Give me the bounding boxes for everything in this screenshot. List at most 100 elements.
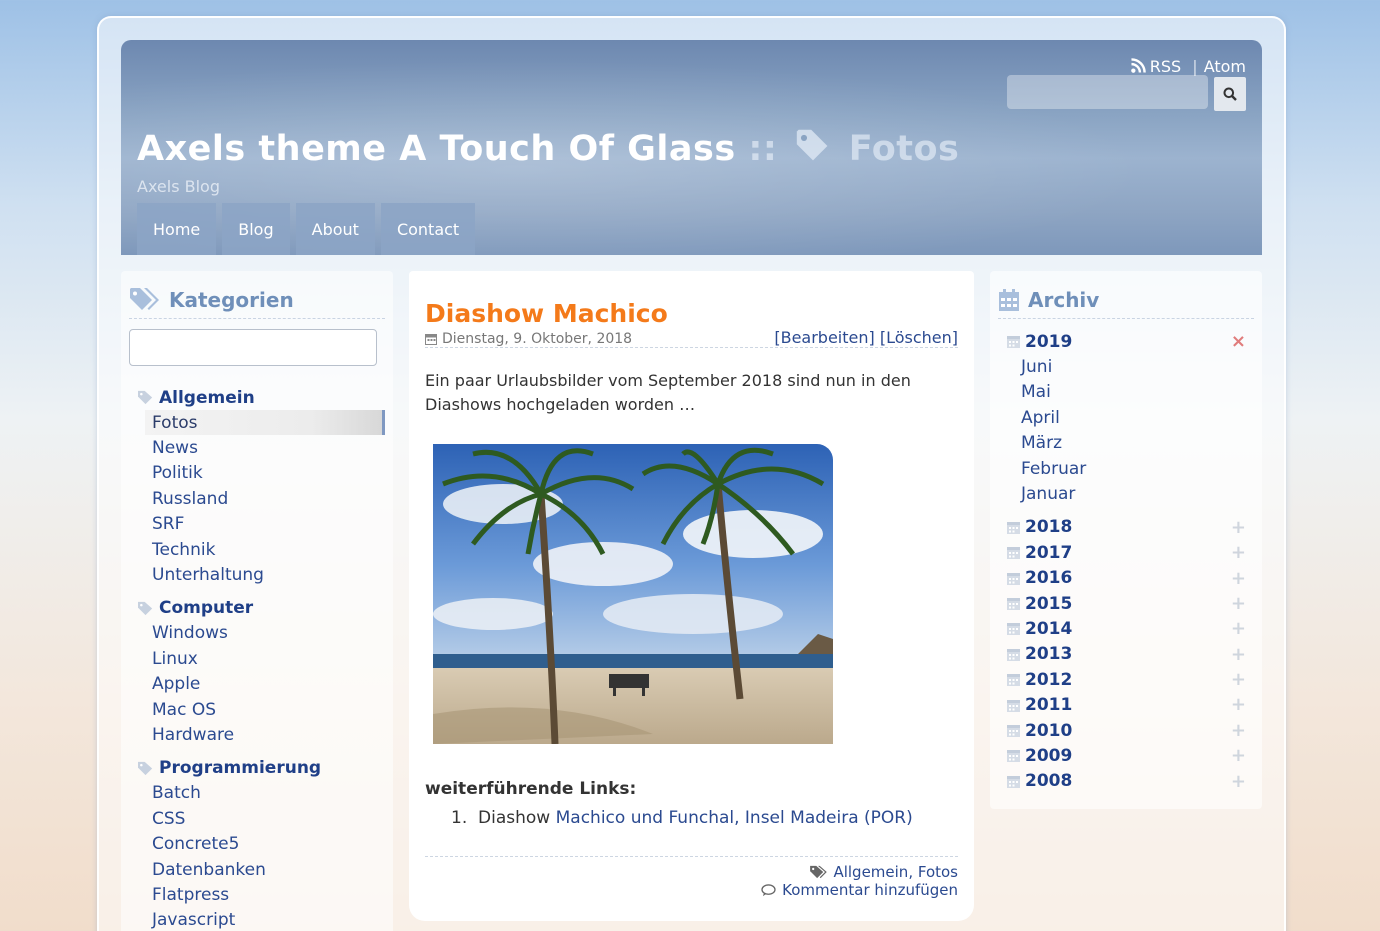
archive-year-label: 2011 [1025,695,1073,716]
calendar-icon [425,333,437,345]
tags-icon [130,287,159,310]
title-separator: :: [748,129,778,169]
category-item-css[interactable]: CSS [121,806,393,831]
categories-title-text: Kategorien [169,287,294,312]
expand-icon[interactable]: + [1231,671,1246,689]
archive-year-2008[interactable]: 2008 + [990,769,1262,794]
post-tags: Allgemein, Fotos [809,863,958,881]
calendar-icon [1007,750,1020,763]
archive-year-2015[interactable]: 2015 + [990,591,1262,616]
calendar-icon [1007,674,1020,687]
tag-icon [796,129,828,161]
archive-year-2010[interactable]: 2010 + [990,718,1262,743]
archive-year-2009[interactable]: 2009 + [990,743,1262,768]
related-link[interactable]: Machico und Funchal, Insel Madeira (POR) [556,808,913,828]
nav-home[interactable]: Home [137,203,217,255]
category-group-label: Allgemein [159,387,255,408]
site-header: RSS | Atom Axels theme A Touch Of Glass :… [121,40,1262,255]
expand-icon[interactable]: + [1231,620,1246,638]
post-actions: [Bearbeiten] [Löschen] [774,328,958,347]
link-number: 1. [451,808,468,828]
post-panel: Diashow Machico Dienstag, 9. Oktober, 20… [409,271,974,921]
post-text: Ein paar Urlaubsbilder vom September 201… [425,371,911,414]
expand-icon[interactable]: + [1231,721,1246,740]
archive-month-april[interactable]: April [990,405,1262,430]
archive-year-label: 2017 [1025,542,1073,563]
atom-link[interactable]: Atom [1204,57,1246,76]
expand-icon[interactable]: + [1231,645,1246,664]
category-item-macos[interactable]: Mac OS [121,697,393,722]
category-item-concrete5[interactable]: Concrete5 [121,831,393,856]
calendar-icon [1007,547,1020,560]
category-item-flatpress[interactable]: Flatpress [121,882,393,907]
category-item-unterhaltung[interactable]: Unterhaltung [121,562,393,587]
expand-icon[interactable]: + [1231,696,1246,714]
category-item-datenbanken[interactable]: Datenbanken [121,857,393,882]
nav-blog[interactable]: Blog [222,203,290,255]
calendar-icon [1007,725,1020,738]
archive-year-2014[interactable]: 2014 + [990,616,1262,641]
category-group-allgemein[interactable]: Allgemein [121,385,393,410]
category-group-label: Programmierung [159,758,322,779]
archive-year-label: 2014 [1025,618,1073,639]
archive-month-februar[interactable]: Februar [990,456,1262,481]
archive-month-maerz[interactable]: März [990,431,1262,456]
post-title[interactable]: Diashow Machico [425,299,668,328]
archive-list: 2019 × Juni Mai April März Februar Janua… [990,329,1262,794]
archive-year-2013[interactable]: 2013 + [990,642,1262,667]
expand-icon[interactable]: + [1231,772,1246,791]
expand-icon[interactable]: + [1231,518,1246,537]
category-item-technik[interactable]: Technik [121,537,393,562]
site-title-text[interactable]: Axels theme A Touch Of Glass [137,129,736,169]
search-button[interactable] [1214,77,1246,111]
archive-year-label: 2015 [1025,593,1073,614]
archive-month-juni[interactable]: Juni [990,354,1262,379]
category-item-russland[interactable]: Russland [121,486,393,511]
edit-link[interactable]: [Bearbeiten] [774,328,874,347]
archive-year-2011[interactable]: 2011 + [990,692,1262,717]
post-date: Dienstag, 9. Oktober, 2018 [442,330,633,347]
delete-link[interactable]: [Löschen] [880,328,958,347]
category-item-news[interactable]: News [121,435,393,460]
category-group-programmierung[interactable]: Programmierung [121,756,393,781]
expand-icon[interactable]: + [1231,569,1246,588]
category-item-batch[interactable]: Batch [121,781,393,806]
expand-icon[interactable]: + [1231,544,1246,562]
calendar-icon [999,288,1019,311]
archive-year-2019[interactable]: 2019 × [990,329,1262,354]
category-item-javascript[interactable]: Javascript [121,908,393,931]
archive-year-2012[interactable]: 2012 + [990,667,1262,692]
nav-contact[interactable]: Contact [380,203,476,255]
current-category: Fotos [848,129,960,169]
archive-year-2016[interactable]: 2016 + [990,566,1262,591]
category-item-fotos[interactable]: Fotos [145,410,385,436]
post-tags-link[interactable]: Allgemein, Fotos [833,863,958,881]
archive-year-label: 2016 [1025,568,1073,589]
collapse-icon[interactable]: × [1231,333,1246,351]
archive-month-januar[interactable]: Januar [990,481,1262,506]
category-item-windows[interactable]: Windows [121,621,393,646]
rss-link[interactable]: RSS [1130,57,1187,76]
archive-month-mai[interactable]: Mai [990,380,1262,405]
site-subtitle: Axels Blog [137,177,220,196]
site-search-input[interactable] [1007,75,1208,109]
expand-icon[interactable]: + [1231,747,1246,765]
category-item-srf[interactable]: SRF [121,512,393,537]
category-group-computer[interactable]: Computer [121,596,393,621]
expand-icon[interactable]: + [1231,594,1246,613]
category-list: Allgemein Fotos News Politik Russland SR… [121,385,393,931]
rss-label: RSS [1149,57,1182,76]
calendar-icon [1007,699,1020,712]
category-item-hardware[interactable]: Hardware [121,722,393,747]
main-nav: Home Blog About Contact [137,203,476,255]
category-item-apple[interactable]: Apple [121,672,393,697]
category-item-linux[interactable]: Linux [121,646,393,671]
category-item-politik[interactable]: Politik [121,461,393,486]
calendar-icon [1007,648,1020,661]
archive-year-2017[interactable]: 2017 + [990,540,1262,565]
nav-about[interactable]: About [295,203,375,255]
category-search-input[interactable] [129,329,377,366]
archive-year-2018[interactable]: 2018 + [990,515,1262,540]
post-image[interactable] [433,444,833,744]
add-comment-link[interactable]: Kommentar hinzufügen [782,881,958,899]
